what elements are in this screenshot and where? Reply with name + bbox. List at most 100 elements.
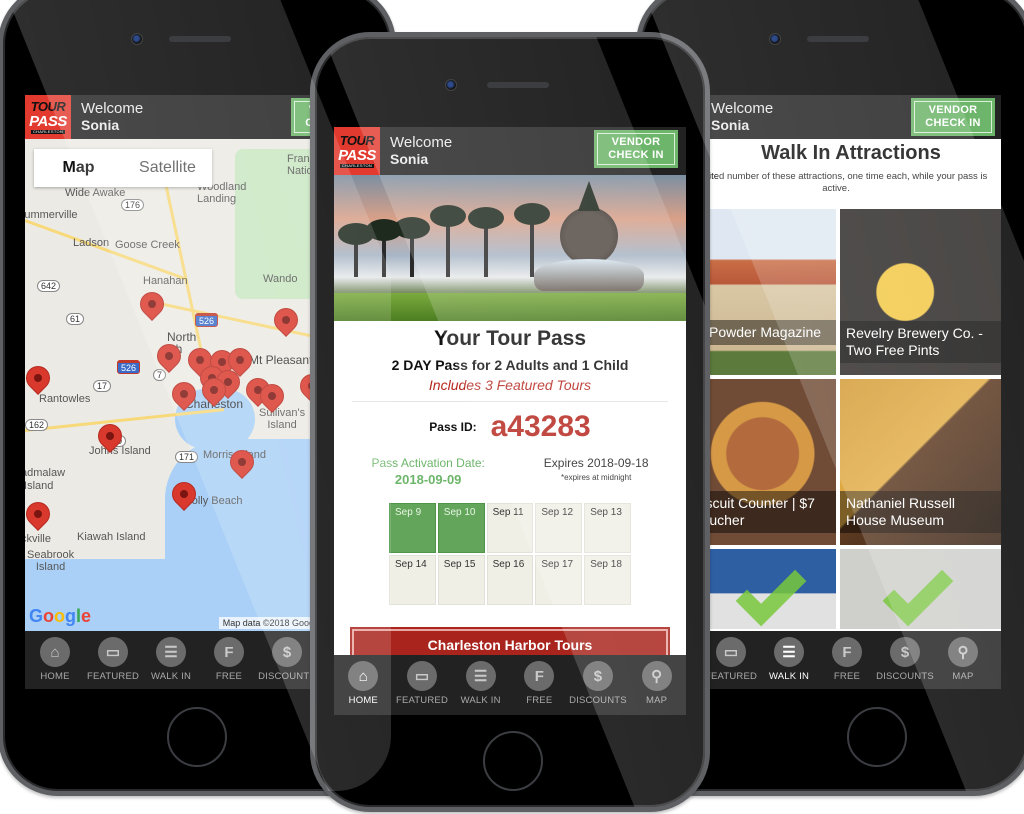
tab-free[interactable]: F FREE (819, 637, 875, 682)
app-header: TOUR PASS CHARLESTON Welcome Sonia VENDO… (334, 127, 686, 175)
route-shield: 7 (153, 369, 167, 381)
user-name: Sonia (81, 117, 120, 133)
foursquare-icon: F (832, 637, 862, 667)
expiry-note: *expires at midnight (561, 473, 632, 482)
tab-bar: ▭ FEATURED ☰ WALK IN F FREE $ DISCOUNTS ⚲ MAP (701, 631, 1001, 689)
home-hardware-button[interactable] (167, 707, 227, 767)
map-label: Goose Creek (115, 239, 180, 251)
left-screen: TOUR PASS CHARLESTON Welcome Sonia VENDO… (25, 95, 325, 689)
tab-walk-in[interactable]: ☰ WALK IN (453, 661, 509, 706)
fountain-basin (534, 259, 644, 291)
ticket-icon: ▭ (716, 637, 746, 667)
featured-tour-button[interactable]: Charleston Harbor Tours (350, 627, 670, 657)
attraction-tile[interactable]: Revelry Brewery Co. - Two Free Pints (840, 209, 1001, 375)
calendar-day: Sep 15 (437, 555, 485, 605)
map-toggle-map[interactable]: Map (34, 149, 123, 187)
checkmark-icon (882, 555, 954, 627)
route-shield: 162 (25, 419, 49, 431)
tab-free[interactable]: F FREE (201, 637, 257, 682)
home-icon: ⌂ (40, 637, 70, 667)
list-icon: ☰ (156, 637, 186, 667)
dollar-icon: $ (890, 637, 920, 667)
map-pin-icon: ⚲ (641, 661, 672, 691)
map-pin[interactable] (136, 288, 168, 320)
map-pin[interactable] (25, 498, 54, 530)
home-icon: ⌂ (348, 661, 379, 691)
route-shield: 176 (121, 199, 145, 211)
calendar-day-used: Sep 9 (389, 503, 436, 553)
map-label: ckville (25, 533, 51, 545)
route-shield: 171 (175, 451, 199, 463)
welcome-text: Welcome Sonia (81, 100, 144, 134)
pass-includes: Includes 3 Featured Tours (428, 377, 592, 393)
map-label: Sullivan's Island (259, 407, 306, 431)
tab-free[interactable]: F FREE (511, 661, 567, 706)
home-hardware-button[interactable] (483, 731, 543, 791)
route-shield: 17 (93, 380, 112, 392)
tour-pass-logo[interactable]: TOUR PASS CHARLESTON (25, 95, 71, 139)
map-label: Wando (263, 273, 298, 285)
speaker-grille (169, 36, 231, 42)
page-subtitle: Unlimited number of these attractions, o… (701, 171, 988, 194)
map-label: Ladson (73, 237, 110, 249)
map-pin-icon: ⚲ (948, 637, 978, 667)
palm-tree (468, 207, 504, 277)
attraction-tile[interactable]: Biscuit Counter | $7 Voucher (701, 379, 836, 545)
dollar-icon: $ (582, 661, 613, 691)
tab-walk-in[interactable]: ☰ WALK IN (143, 637, 199, 682)
tab-discounts[interactable]: $ DISCOUNTS (569, 661, 627, 706)
tab-walk-in[interactable]: ☰ WALK IN (761, 637, 817, 682)
expiry-block: Expires 2018-09-18 *expires at midnight (544, 456, 649, 487)
foursquare-icon: F (524, 661, 555, 691)
app-header: Welcome Sonia VENDOR CHECK IN (701, 95, 1001, 139)
attraction-tile-visited[interactable] (840, 549, 1001, 629)
expiry-date: Expires 2018-09-18 (543, 456, 649, 470)
tab-home[interactable]: ⌂ HOME (335, 661, 391, 706)
pass-id-value: a43283 (490, 410, 591, 443)
tab-featured[interactable]: ▭ FEATURED (85, 637, 141, 682)
pass-dates: Pass Activation Date: 2018-09-09 Expires… (334, 456, 686, 487)
ticket-icon: ▭ (406, 661, 437, 691)
speaker-grille (807, 36, 869, 42)
tab-map[interactable]: ⚲ MAP (935, 637, 991, 682)
tab-discounts[interactable]: $ DISCOUNTS (258, 637, 316, 682)
calendar-day: Sep 13 (584, 503, 631, 553)
attraction-tile[interactable]: Powder Magazine (701, 209, 836, 375)
map-toggle-satellite[interactable]: Satellite (123, 149, 212, 187)
map-label: Mt Pleasant (249, 353, 313, 367)
map-label: admalaw Island (25, 467, 66, 492)
map-label: Rantowles (39, 393, 91, 405)
map-label: Kiawah Island (77, 531, 146, 543)
google-logo: Google (29, 606, 92, 626)
app-header: TOUR PASS CHARLESTON Welcome Sonia VENDO… (25, 95, 325, 139)
vendor-check-in-button[interactable]: VENDOR CHECK IN (911, 98, 995, 136)
pineapple-fountain-top (560, 207, 618, 265)
pass-type: 2 DAY Pass for 2 Adults and 1 Child (391, 357, 629, 373)
attractions-grid: Powder Magazine Revelry Brewery Co. - Tw… (701, 209, 1001, 629)
map-pin[interactable] (25, 362, 54, 394)
attraction-tile[interactable]: Nathaniel Russell House Museum (840, 379, 1001, 545)
tab-map[interactable]: ⚲ MAP (629, 661, 685, 706)
tour-pass-logo[interactable]: TOUR PASS CHARLESTON (334, 127, 380, 175)
home-hardware-button[interactable] (847, 707, 907, 767)
tab-home[interactable]: ⌂ HOME (27, 637, 83, 682)
tour-pass-card: Your Tour Pass 2 DAY Pass for 2 Adults a… (334, 321, 686, 657)
ticket-icon: ▭ (98, 637, 128, 667)
attraction-tile-visited[interactable] (701, 549, 836, 629)
tab-featured[interactable]: ▭ FEATURED (703, 637, 759, 682)
tab-featured[interactable]: ▭ FEATURED (394, 661, 450, 706)
palm-tree (394, 217, 430, 277)
vendor-check-in-button[interactable]: VENDOR CHECK IN (594, 130, 678, 168)
activation-date-block: Pass Activation Date: 2018-09-09 (371, 456, 485, 487)
calendar-day: Sep 17 (535, 555, 583, 605)
hedge (334, 293, 686, 321)
page-title: Walk In Attractions (761, 142, 941, 164)
calendar-day: Sep 16 (486, 555, 534, 605)
tab-discounts[interactable]: $ DISCOUNTS (876, 637, 934, 682)
map-label: Seabrook Island (27, 549, 75, 573)
map-view[interactable]: Wide Awake Woodland Landing FrancNatio S… (25, 139, 325, 631)
mockup-stage: TOUR PASS CHARLESTON Welcome Sonia VENDO… (0, 0, 1024, 814)
pass-id-label: Pass ID: (429, 420, 477, 434)
dollar-icon: $ (272, 637, 302, 667)
interstate-shield: 526 (195, 313, 219, 327)
